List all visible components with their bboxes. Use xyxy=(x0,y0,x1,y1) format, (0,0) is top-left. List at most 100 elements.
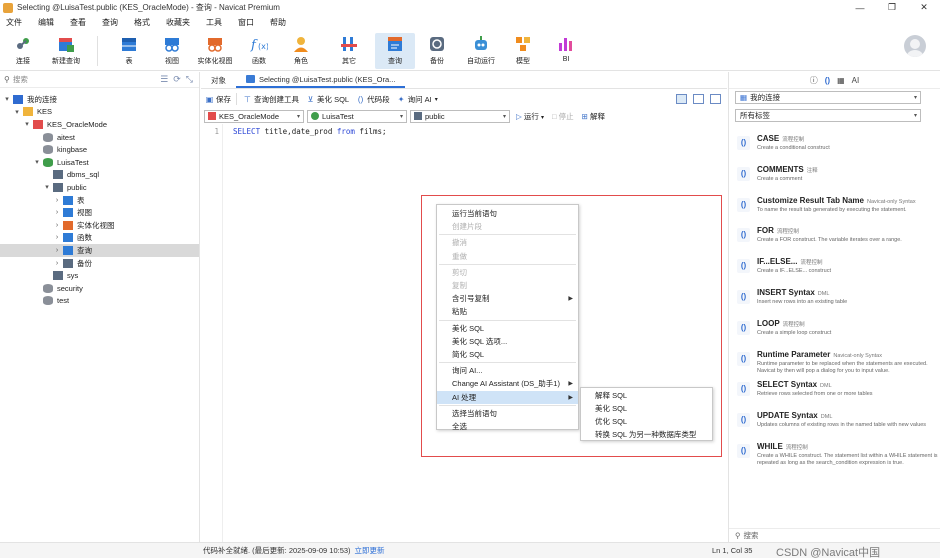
menu-edit[interactable]: 编辑 xyxy=(30,17,62,28)
save-button[interactable]: ▣ 保存 xyxy=(205,94,231,105)
submenu-item[interactable]: 优化 SQL xyxy=(581,415,712,428)
close-button[interactable]: ✕ xyxy=(908,0,940,15)
snippet-item[interactable]: () FOR 流程控制 Create a FOR construct. The var… xyxy=(735,224,940,254)
menu-favorites[interactable]: 收藏夹 xyxy=(158,17,198,28)
grid-icon[interactable]: ▦ xyxy=(837,76,845,85)
toolbar-new-query-button[interactable]: 新建查询 xyxy=(46,33,86,69)
chevron-icon[interactable]: › xyxy=(53,209,61,216)
snippet-item[interactable]: () WHILE 流程控制 Create a WHILE construct. The… xyxy=(735,440,940,470)
tree-item[interactable]: ▾ public xyxy=(0,181,199,194)
menu-help[interactable]: 帮助 xyxy=(262,17,294,28)
snippet-item[interactable]: () Customize Result Tab Name Navicat-only … xyxy=(735,194,940,224)
toolbar-backup-button[interactable]: 备份 xyxy=(422,33,452,69)
collapse-icon[interactable]: ⤡ xyxy=(186,74,193,85)
snippet-item[interactable]: () LOOP 流程控制 Create a simple loop construct xyxy=(735,317,940,347)
chevron-icon[interactable]: › xyxy=(53,197,61,204)
tab-objects[interactable]: 对象 xyxy=(201,72,236,88)
snippet-tag-select[interactable]: 所有标签 ▾ xyxy=(735,109,921,122)
sql-code-line[interactable]: SELECT title,date_prod from films; xyxy=(233,127,387,136)
toolbar-query-button[interactable]: 查询 xyxy=(375,33,415,69)
tree-item[interactable]: dbms_sql xyxy=(0,169,199,182)
snippet-item[interactable]: () IF...ELSE... 流程控制 Create a IF...ELSE... … xyxy=(735,255,940,285)
toolbar-table-button[interactable]: 表 xyxy=(113,33,145,69)
snippet-item[interactable]: () CASE 流程控制 Create a conditional construct xyxy=(735,132,940,162)
query-builder-button[interactable]: ⊤ 查询创建工具 xyxy=(243,94,299,105)
tree-item[interactable]: security xyxy=(0,282,199,295)
tree-item[interactable]: kingbase xyxy=(0,143,199,156)
tree-item[interactable]: test xyxy=(0,295,199,308)
tree-item[interactable]: › 实体化视图 xyxy=(0,219,199,232)
tree-item[interactable]: ▾ 我的连接 xyxy=(0,93,199,106)
tree-item[interactable]: ▾ KES_OracleMode xyxy=(0,118,199,131)
refresh-icon[interactable]: ⟳ xyxy=(173,74,181,85)
toolbar-function-button[interactable]: f (x) 函数 xyxy=(244,33,274,69)
sidebar-search-input[interactable]: 搜索 xyxy=(13,74,28,85)
context-menu-item[interactable]: 选择当前语句 xyxy=(437,407,578,420)
chevron-icon[interactable]: › xyxy=(53,260,61,267)
menu-query[interactable]: 查询 xyxy=(94,17,126,28)
tab-query[interactable]: Selecting @LuisaTest.public (KES_Ora... xyxy=(236,72,406,88)
schema-select[interactable]: public ▾ xyxy=(410,109,510,123)
stop-button[interactable]: □ 停止 xyxy=(552,111,574,122)
menu-tools[interactable]: 工具 xyxy=(198,17,230,28)
context-menu-item[interactable]: 美化 SQL 选项... xyxy=(437,335,578,348)
ask-ai-button[interactable]: ✦ 询问 AI ▾ xyxy=(397,94,438,105)
toolbar-materialized-view-button[interactable]: 实体化视图 xyxy=(194,33,236,69)
maximize-button[interactable]: ❐ xyxy=(876,0,908,15)
menu-window[interactable]: 窗口 xyxy=(230,17,262,28)
layout-vertical-icon[interactable] xyxy=(693,94,704,104)
chevron-icon[interactable]: ▾ xyxy=(3,95,11,103)
update-now-link[interactable]: 立即更新 xyxy=(355,545,385,556)
chevron-icon[interactable]: › xyxy=(53,247,61,254)
tree-item[interactable]: › 表 xyxy=(0,194,199,207)
snippet-item[interactable]: () Runtime Parameter Navicat-only Syntax Ru… xyxy=(735,348,940,378)
fullscreen-icon[interactable] xyxy=(710,94,721,104)
toolbar-other-button[interactable]: 其它 xyxy=(332,33,366,69)
context-menu-item[interactable]: AI 处理 ▶ xyxy=(437,390,578,404)
toolbar-bi-button[interactable]: BI xyxy=(551,33,581,69)
chevron-icon[interactable]: › xyxy=(53,222,61,229)
tree-item[interactable]: › 视图 xyxy=(0,206,199,219)
submenu-item[interactable]: 美化 SQL xyxy=(581,402,712,415)
chevron-icon[interactable]: ▾ xyxy=(13,108,21,116)
filter-icon[interactable]: ☰ xyxy=(160,74,168,85)
chevron-icon[interactable]: › xyxy=(53,234,61,241)
chevron-icon[interactable]: ▾ xyxy=(33,158,41,166)
toolbar-view-button[interactable]: 视图 xyxy=(156,33,188,69)
toolbar-model-button[interactable]: 模型 xyxy=(508,33,538,69)
chevron-icon[interactable]: ▾ xyxy=(43,183,51,191)
ai-tab-icon[interactable]: AI xyxy=(852,76,860,85)
tree-item[interactable]: › 函数 xyxy=(0,232,199,245)
context-menu-item[interactable]: 美化 SQL xyxy=(437,322,578,335)
context-menu-item[interactable]: Change AI Assistant (DS_助手1) ▶ xyxy=(437,377,578,390)
toolbar-automation-button[interactable]: 自动运行 xyxy=(463,33,499,69)
tree-item[interactable]: aitest xyxy=(0,131,199,144)
menu-format[interactable]: 格式 xyxy=(126,17,158,28)
beautify-sql-button[interactable]: ⊻ 美化 SQL xyxy=(306,94,350,105)
snippet-item[interactable]: () INSERT Syntax DML Insert new rows into a… xyxy=(735,286,940,316)
run-button[interactable]: ▷ 运行 ▾ xyxy=(516,111,544,122)
context-menu-item[interactable]: 含引号复制 ▶ xyxy=(437,292,578,305)
info-icon[interactable]: ⓘ xyxy=(810,75,818,86)
context-menu-item[interactable]: 询问 AI... xyxy=(437,364,578,377)
toolbar-connection-button[interactable]: 连接 xyxy=(6,33,40,69)
context-menu-item[interactable]: 全选 xyxy=(437,420,578,433)
tree-item[interactable]: › 备份 xyxy=(0,257,199,270)
snippet-item[interactable]: () SELECT Syntax DML Retrieve rows selected… xyxy=(735,378,940,408)
context-menu-item[interactable]: 粘贴 xyxy=(437,305,578,318)
connection-select[interactable]: KES_OracleMode ▾ xyxy=(204,109,304,123)
context-menu-item[interactable]: 运行当前语句 xyxy=(437,207,578,220)
snippet-connection-select[interactable]: ▦ 我的连接 ▾ xyxy=(735,91,921,104)
menu-view[interactable]: 查看 xyxy=(62,17,94,28)
context-menu-item[interactable]: 简化 SQL xyxy=(437,348,578,361)
layout-split-icon[interactable] xyxy=(676,94,687,104)
tree-item[interactable]: › 查询 xyxy=(0,244,199,257)
toolbar-role-button[interactable]: 角色 xyxy=(286,33,316,69)
snippet-item[interactable]: () UPDATE Syntax DML Updates columns of exi… xyxy=(735,409,940,439)
tree-item[interactable]: sys xyxy=(0,269,199,282)
tree-item[interactable]: ▾ LuisaTest xyxy=(0,156,199,169)
minimize-button[interactable]: — xyxy=(844,0,876,15)
menu-file[interactable]: 文件 xyxy=(0,17,30,28)
submenu-item[interactable]: 解释 SQL xyxy=(581,389,712,402)
user-avatar[interactable] xyxy=(904,35,926,57)
